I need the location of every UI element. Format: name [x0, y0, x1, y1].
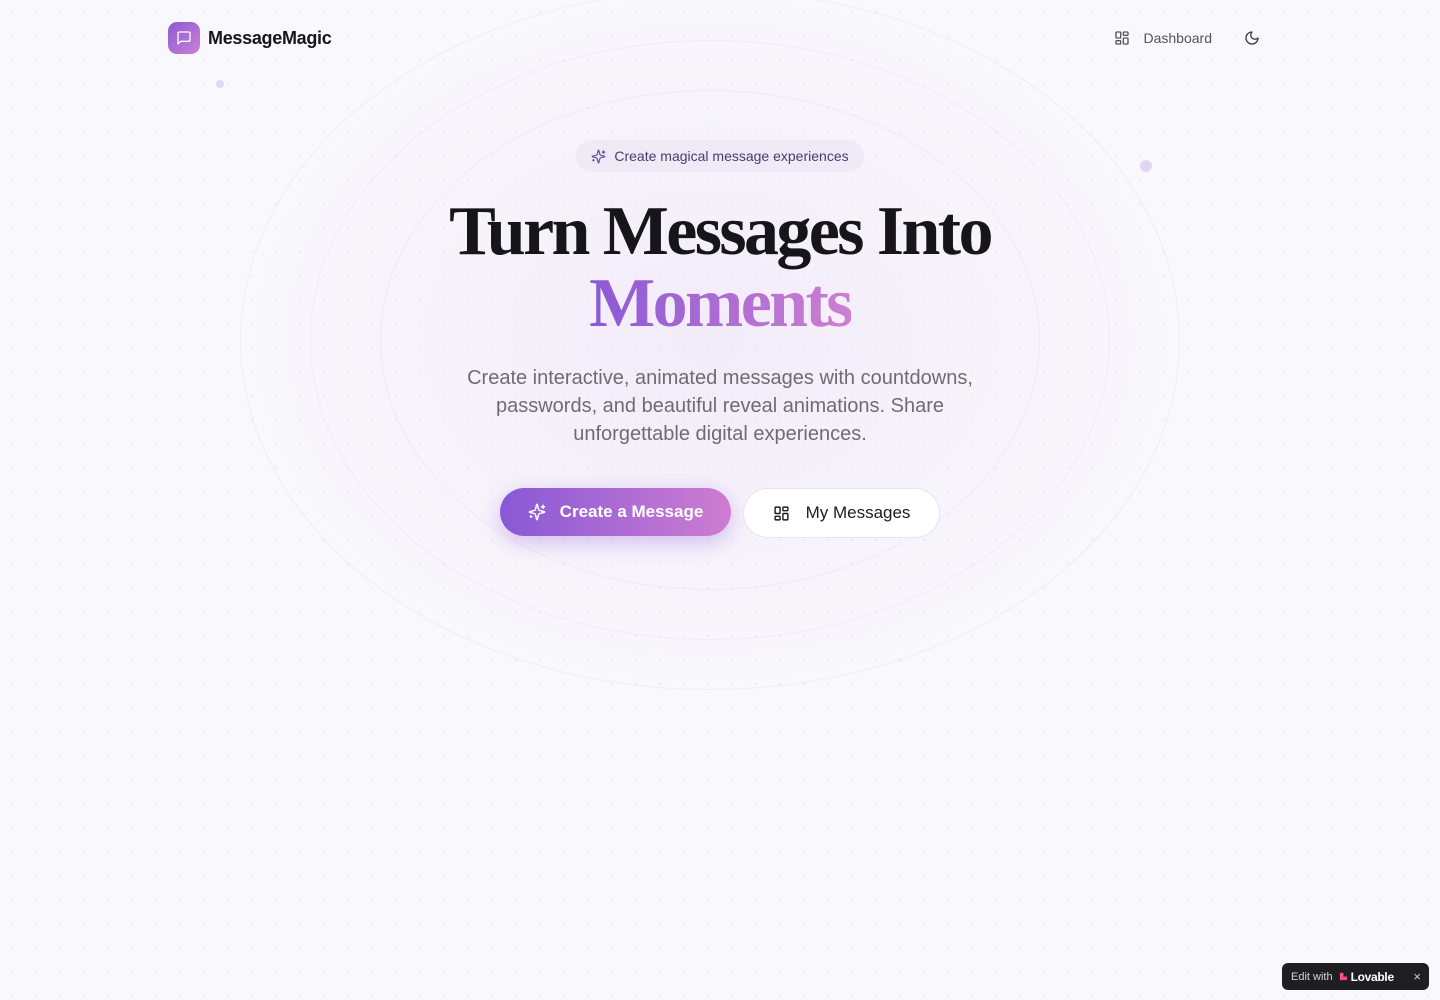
top-navigation: MessageMagic Dashboard	[168, 22, 1264, 54]
sparkles-icon	[528, 503, 546, 521]
decorative-dot	[1140, 160, 1152, 172]
hero-title: Turn Messages Into Moments	[0, 196, 1440, 340]
layout-grid-icon	[773, 505, 790, 522]
hero-badge: Create magical message experiences	[576, 140, 864, 172]
dashboard-label: Dashboard	[1143, 30, 1213, 46]
lovable-heart-icon	[1339, 972, 1348, 981]
background-glow	[230, 0, 1190, 700]
message-square-icon	[176, 30, 192, 46]
create-message-label: Create a Message	[559, 502, 704, 521]
my-messages-button[interactable]: My Messages	[743, 488, 940, 538]
theme-toggle-button[interactable]	[1240, 26, 1264, 50]
edit-with-label: Edit with	[1291, 970, 1333, 983]
sparkles-icon	[591, 149, 606, 164]
lovable-brand: Lovable	[1350, 969, 1395, 984]
my-messages-label: My Messages	[805, 503, 911, 522]
background-ring	[240, 0, 1180, 690]
edit-with-lovable-badge[interactable]: Edit with Lovable ×	[1282, 963, 1429, 990]
nav-actions: Dashboard	[1114, 26, 1265, 50]
hero-subtitle: Create interactive, animated messages wi…	[467, 367, 973, 445]
hero-title-line-2: Moments	[589, 265, 853, 342]
hero-title-line-1: Turn Messages Into	[449, 193, 993, 270]
hero-badge-label: Create magical message experiences	[614, 148, 849, 164]
dashboard-link[interactable]: Dashboard	[1114, 30, 1213, 46]
close-icon[interactable]: ×	[1413, 969, 1421, 984]
brand[interactable]: MessageMagic	[168, 22, 332, 54]
logo	[168, 22, 200, 54]
create-message-button[interactable]: Create a Message	[500, 488, 731, 536]
decorative-dot	[216, 80, 224, 88]
moon-icon	[1244, 30, 1260, 46]
brand-name: MessageMagic	[208, 27, 332, 48]
layout-grid-icon	[1114, 30, 1130, 46]
